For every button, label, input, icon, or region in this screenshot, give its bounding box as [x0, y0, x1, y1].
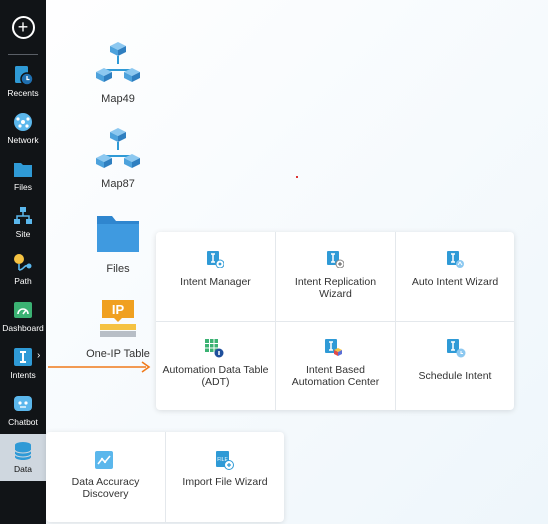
- recents-icon: [15, 66, 34, 86]
- automation-data-table-button[interactable]: Automation Data Table (ADT): [156, 322, 275, 410]
- import-file-icon: FILE: [216, 451, 234, 470]
- sidebar-item-label: Intents: [10, 370, 36, 380]
- data-accuracy-discovery-button[interactable]: Data Accuracy Discovery: [46, 432, 165, 522]
- desktop-item-label: Files: [106, 263, 130, 275]
- sidebar-item-data[interactable]: Data: [0, 434, 46, 481]
- chevron-right-icon: ›: [37, 350, 41, 361]
- site-icon: [14, 207, 32, 224]
- data-icon: [14, 442, 32, 460]
- desktop-item-label: One-IP Table: [86, 348, 150, 360]
- sidebar-item-path[interactable]: Path: [0, 246, 46, 293]
- menu-item-label: Data Accuracy Discovery: [71, 476, 140, 500]
- desktop-item-label: Map87: [101, 178, 135, 190]
- ip-table-icon: IP: [100, 300, 136, 337]
- svg-text:IP: IP: [112, 302, 125, 317]
- dashboard-icon: [14, 302, 32, 318]
- network-icon: [14, 113, 32, 131]
- intent-manager-button[interactable]: Intent Manager: [156, 232, 275, 321]
- divider: [8, 54, 38, 55]
- auto-intent-icon: [447, 251, 464, 268]
- sidebar-item-label: Site: [15, 229, 31, 239]
- schedule-intent-button[interactable]: Schedule Intent: [396, 322, 514, 410]
- sidebar-item-label: Chatbot: [8, 417, 38, 427]
- path-icon: [14, 254, 32, 271]
- plus-icon: +: [11, 15, 35, 39]
- sidebar-item-label: Dashboard: [2, 323, 44, 333]
- data-accuracy-icon: [95, 451, 113, 469]
- map-icon: [96, 128, 140, 168]
- sidebar-item-label: Path: [14, 276, 32, 286]
- sidebar-item-network[interactable]: Network: [0, 105, 46, 152]
- intent-manager-icon: [207, 251, 224, 268]
- auto-intent-wizard-button[interactable]: Auto Intent Wizard: [396, 232, 514, 321]
- sidebar-item-label: Files: [14, 182, 32, 192]
- arrow-icon: [48, 361, 151, 373]
- sidebar-item-files[interactable]: Files: [0, 152, 46, 199]
- folder-icon: [97, 216, 139, 252]
- sidebar: + Recents Network Files Site Path Dashbo…: [0, 0, 46, 524]
- intent-based-automation-center-button[interactable]: Intent Based Automation Center: [276, 322, 395, 410]
- menu-item-label: Schedule Intent: [418, 370, 492, 382]
- menu-item-label: Intent Based Automation Center: [291, 364, 380, 388]
- import-file-wizard-button[interactable]: FILE Import File Wizard: [166, 432, 284, 522]
- sidebar-item-label: Data: [14, 464, 32, 474]
- add-button[interactable]: +: [0, 0, 46, 54]
- sidebar-item-recents[interactable]: Recents: [0, 58, 46, 105]
- data-menu: Data Accuracy Discovery FILE Import File…: [46, 432, 284, 522]
- sidebar-item-site[interactable]: Site: [0, 199, 46, 246]
- sidebar-item-intents[interactable]: › Intents: [0, 340, 46, 387]
- menu-item-label: Import File Wizard: [182, 476, 268, 488]
- map-icon: [96, 42, 140, 82]
- intent-replication-wizard-button[interactable]: Intent Replication Wizard: [276, 232, 395, 321]
- schedule-icon: [447, 339, 466, 358]
- sidebar-item-label: Recents: [7, 88, 39, 98]
- data-table-icon: [205, 339, 224, 358]
- sidebar-item-dashboard[interactable]: Dashboard: [0, 293, 46, 340]
- desktop-item-label: Map49: [101, 93, 135, 105]
- menu-item-label: Intent Manager: [180, 276, 251, 288]
- intents-icon: [14, 348, 32, 366]
- intents-menu: Intent Manager Intent Replication Wizard…: [156, 232, 514, 410]
- marker-dot: [296, 176, 298, 178]
- replication-icon: [327, 251, 344, 268]
- sidebar-item-label: Network: [7, 135, 39, 145]
- menu-item-label: Auto Intent Wizard: [411, 276, 499, 288]
- sidebar-item-chatbot[interactable]: Chatbot: [0, 387, 46, 434]
- automation-center-icon: [325, 339, 342, 356]
- folder-icon: [14, 163, 32, 177]
- menu-item-label: Intent Replication Wizard: [294, 276, 377, 300]
- chatbot-icon: [14, 396, 32, 411]
- menu-item-label: Automation Data Table (ADT): [162, 364, 269, 388]
